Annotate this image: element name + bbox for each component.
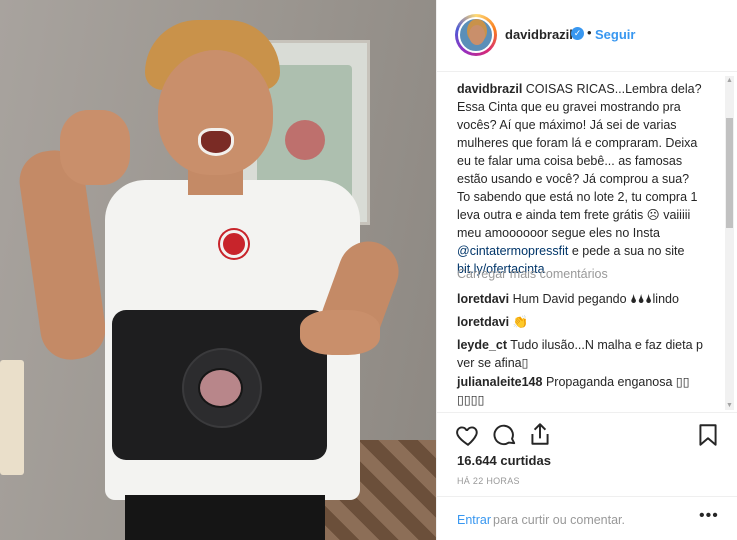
rose-logo-icon — [220, 230, 248, 258]
ok-hand-gesture — [60, 110, 130, 185]
comments-scrollbar[interactable]: ▲ ▼ — [725, 76, 734, 410]
bookmark-icon[interactable] — [695, 422, 721, 448]
avatar[interactable] — [455, 14, 497, 56]
comments-area[interactable]: davidbrazil COISAS RICAS...Lembra dela? … — [437, 72, 737, 412]
verified-check-icon: ✓ — [571, 27, 584, 40]
mention-link[interactable]: @cintatermopressfit — [457, 244, 568, 258]
face — [158, 50, 273, 175]
comment-author[interactable]: leyde_ct — [457, 338, 507, 352]
black-pants — [125, 495, 325, 540]
caption-author[interactable]: davidbrazil — [457, 82, 522, 96]
post-timestamp[interactable]: HÁ 22 HORAS — [457, 476, 520, 486]
comment-item: loretdavi 👏 — [457, 313, 705, 331]
pointing-hand — [300, 310, 380, 355]
post-header: davidbrazil ✓ • Seguir — [437, 0, 737, 72]
waist-belt — [112, 310, 327, 460]
post-side-panel: davidbrazil ✓ • Seguir davidbrazil COISA… — [436, 0, 737, 540]
scroll-down-arrow-icon[interactable]: ▼ — [726, 402, 733, 409]
more-options-icon[interactable]: ••• — [699, 507, 719, 525]
comment-footer: Entrar para curtir ou comentar. ••• — [437, 496, 737, 540]
login-prompt-text: para curtir ou comentar. — [493, 513, 626, 527]
lamp — [0, 360, 24, 475]
likes-count[interactable]: 16.644 curtidas — [457, 453, 551, 468]
comment-author[interactable]: loretdavi — [457, 315, 509, 329]
username-link[interactable]: davidbrazil — [505, 27, 573, 42]
comment-item: leyde_ct Tudo ilusão...N malha e faz die… — [457, 336, 705, 372]
login-link[interactable]: Entrar — [457, 513, 491, 527]
scrollbar-thumb[interactable] — [726, 118, 733, 228]
comment-bubble-icon[interactable] — [492, 422, 518, 448]
heart-icon[interactable] — [455, 422, 481, 448]
comment-text: Hum David pegando 🌢🌢🌢lindo — [512, 292, 679, 306]
action-bar: 16.644 curtidas HÁ 22 HORAS — [437, 412, 737, 502]
scroll-up-arrow-icon[interactable]: ▲ — [726, 77, 733, 84]
follow-button[interactable]: Seguir — [595, 27, 635, 42]
person — [15, 10, 410, 540]
comment-text: 👏 — [512, 315, 529, 329]
caption: davidbrazil COISAS RICAS...Lembra dela? … — [457, 80, 705, 278]
load-more-comments-button[interactable]: Carregar mais comentários — [457, 267, 608, 281]
caption-text-2: e pede a sua no site — [571, 244, 685, 258]
comment-item: julianaleite148 Propaganda enganosa ▯▯ ▯… — [457, 373, 705, 409]
post-photo[interactable] — [0, 0, 436, 540]
share-icon[interactable] — [527, 421, 553, 447]
comment-author[interactable]: loretdavi — [457, 292, 509, 306]
comment-item: loretdavi Hum David pegando 🌢🌢🌢lindo — [457, 290, 705, 308]
separator-dot: • — [587, 25, 592, 40]
caption-text: COISAS RICAS...Lembra dela? Essa Cinta q… — [457, 82, 702, 240]
comment-author[interactable]: julianaleite148 — [457, 375, 542, 389]
